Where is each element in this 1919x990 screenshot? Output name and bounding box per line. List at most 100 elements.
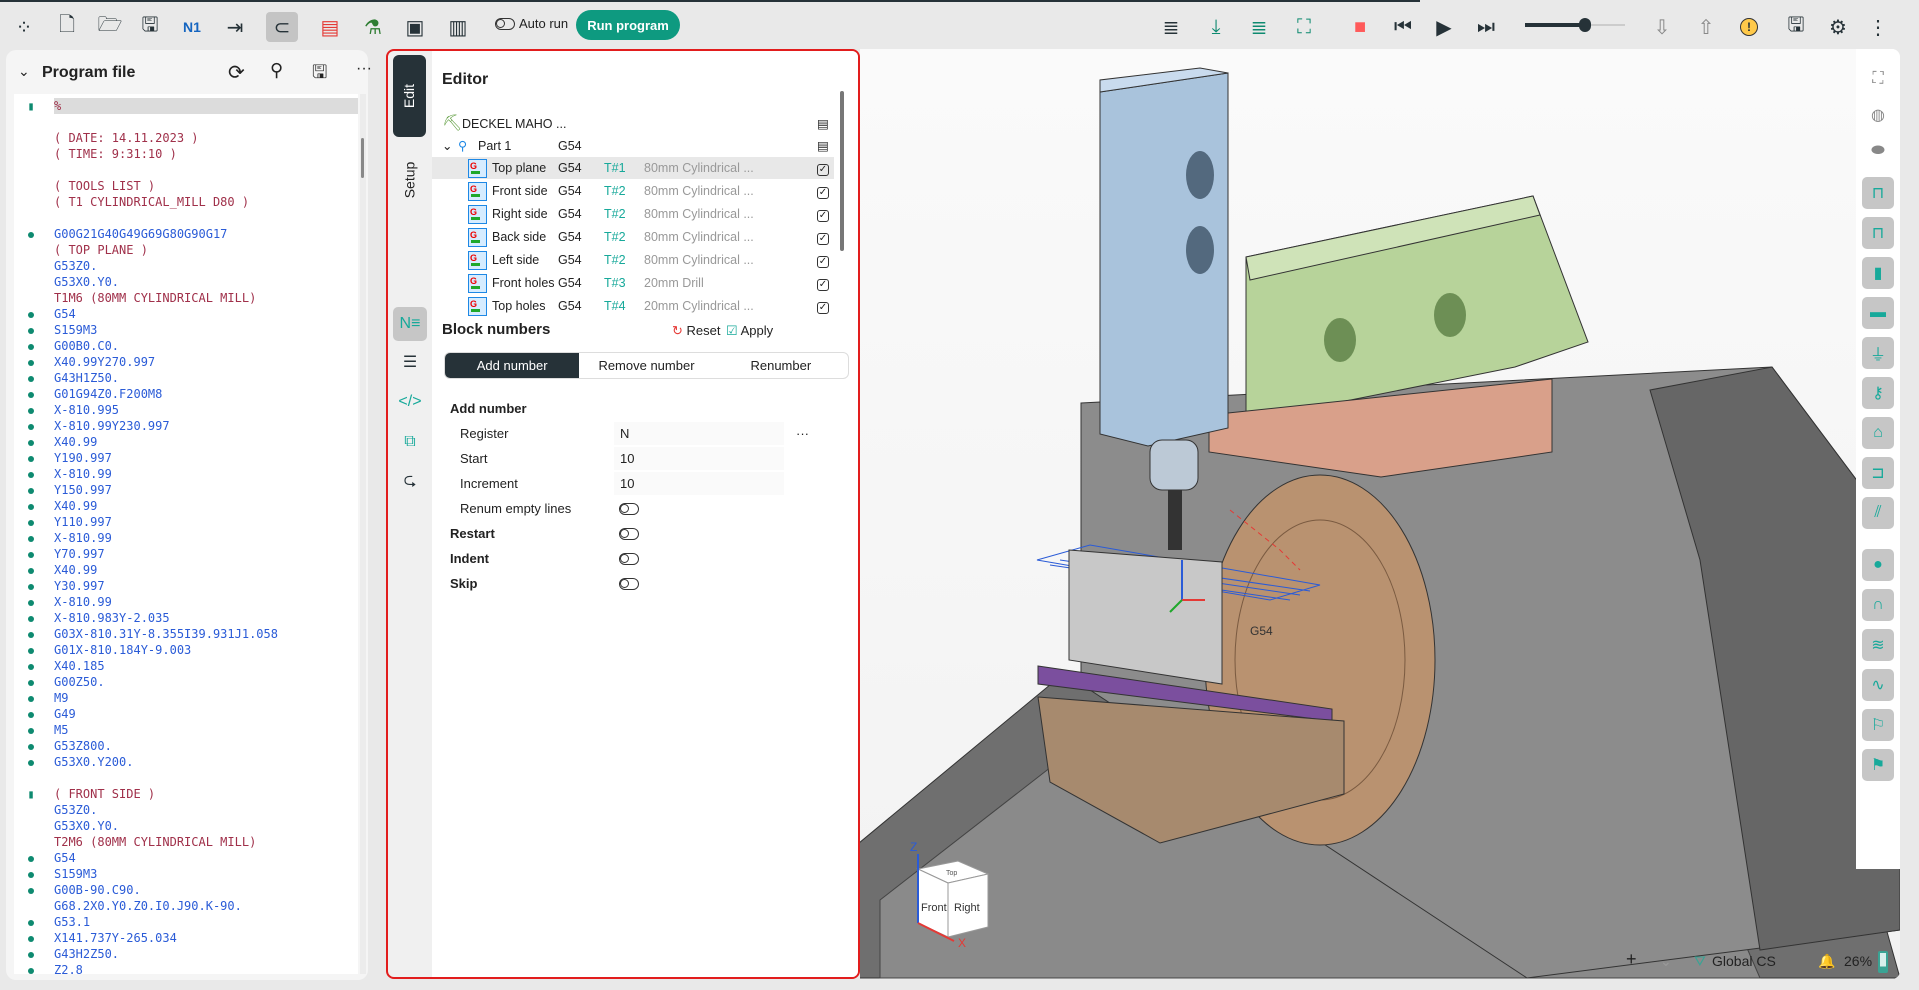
- enabled-checkbox[interactable]: ✓: [817, 203, 829, 225]
- scrollbar[interactable]: [360, 94, 366, 974]
- enabled-checkbox[interactable]: ✓: [817, 157, 829, 179]
- play-icon[interactable]: ▶: [1428, 12, 1460, 42]
- refresh-icon[interactable]: ⟳: [228, 60, 245, 85]
- skip-forward-icon[interactable]: ⏭: [1470, 12, 1502, 42]
- code-line[interactable]: X40.99Y270.997: [14, 354, 358, 370]
- operation-row[interactable]: Back side G54 T#2 80mm Cylindrical ... ✓: [432, 224, 834, 248]
- code-line[interactable]: T2M6 (80MM CYLINDRICAL MILL): [14, 834, 358, 850]
- code-line[interactable]: G49: [14, 706, 358, 722]
- point-icon[interactable]: ●: [1862, 549, 1894, 581]
- renum-toggle[interactable]: [619, 503, 639, 515]
- cube-front-face[interactable]: Front: [921, 902, 947, 914]
- code-line[interactable]: ( TIME: 9:31:10 ): [14, 146, 358, 162]
- tree-part[interactable]: ⌄ ⚲ Part 1 G54 ▤: [432, 135, 834, 157]
- code-line[interactable]: X40.185: [14, 658, 358, 674]
- more-options-icon[interactable]: ···: [796, 422, 809, 446]
- code-line[interactable]: S159M3: [14, 322, 358, 338]
- bell-icon[interactable]: 🔔: [1818, 953, 1835, 970]
- restart-toggle[interactable]: [619, 528, 639, 540]
- code-line[interactable]: G54: [14, 306, 358, 322]
- code-line[interactable]: X-810.99: [14, 466, 358, 482]
- code-line[interactable]: G53X0.Y200.: [14, 754, 358, 770]
- color-printer-icon[interactable]: ▤: [314, 12, 346, 42]
- code-line[interactable]: X-810.983Y-2.035: [14, 610, 358, 626]
- n1-numbering-icon[interactable]: N1: [176, 12, 208, 42]
- surface-outline-icon[interactable]: ⚐: [1862, 709, 1894, 741]
- code-line[interactable]: G54: [14, 850, 358, 866]
- code-line[interactable]: [14, 114, 358, 130]
- machine-controller-icon[interactable]: ▣: [399, 12, 431, 42]
- register-field[interactable]: N: [614, 422, 784, 445]
- mode-renumber[interactable]: Renumber: [714, 353, 848, 378]
- magnet-snap-icon[interactable]: ⊂: [266, 12, 298, 42]
- surface-point-icon[interactable]: ⚑: [1862, 749, 1894, 781]
- code-line[interactable]: X-810.99: [14, 594, 358, 610]
- code-line[interactable]: X-810.99: [14, 530, 358, 546]
- export-icon[interactable]: ⇥: [219, 12, 251, 42]
- lines-teal-icon[interactable]: ≣: [1243, 12, 1275, 42]
- tool-holders-icon[interactable]: ⚗: [357, 12, 389, 42]
- code-line[interactable]: ( TOP PLANE ): [14, 242, 358, 258]
- machine-model[interactable]: G54: [860, 49, 1900, 979]
- code-line[interactable]: G43H1Z50.: [14, 370, 358, 386]
- enabled-checkbox[interactable]: ✓: [817, 226, 829, 248]
- mode-remove-number[interactable]: Remove number: [579, 353, 713, 378]
- surface-lines-icon[interactable]: ≋: [1862, 629, 1894, 661]
- plus-icon[interactable]: +: [1626, 949, 1637, 970]
- code-line[interactable]: X-810.995: [14, 402, 358, 418]
- workpiece-icon[interactable]: ⌂: [1862, 417, 1894, 449]
- tab-setup[interactable]: Setup: [393, 143, 426, 217]
- operation-row[interactable]: Top plane G54 T#1 80mm Cylindrical ... ✓: [432, 155, 834, 179]
- code-line[interactable]: S159M3: [14, 866, 358, 882]
- notes-icon[interactable]: ▤: [817, 113, 829, 135]
- code-line[interactable]: ▮%: [27, 98, 358, 114]
- apps-icon[interactable]: ⁘: [8, 12, 40, 42]
- operation-row[interactable]: Front holes G54 T#3 20mm Drill ✓: [432, 270, 834, 294]
- code-line[interactable]: G00Z50.: [14, 674, 358, 690]
- lines-icon[interactable]: ≣: [1155, 12, 1187, 42]
- enabled-checkbox[interactable]: ✓: [817, 180, 829, 202]
- holder-gray-icon[interactable]: ⊓: [1862, 217, 1894, 249]
- enabled-checkbox[interactable]: ✓: [817, 295, 829, 317]
- code-line[interactable]: [14, 162, 358, 178]
- code-line[interactable]: [14, 210, 358, 226]
- code-line[interactable]: Y30.997: [14, 578, 358, 594]
- cone-icon[interactable]: ⏚: [1862, 337, 1894, 369]
- code-line[interactable]: Y150.997: [14, 482, 358, 498]
- speed-slider[interactable]: [1525, 18, 1625, 32]
- shaded-model-icon[interactable]: ⬬: [1862, 135, 1894, 167]
- coordinate-system-selector[interactable]: Global CS: [1712, 953, 1776, 969]
- code-line[interactable]: G68.2X0.Y0.Z0.I0.J90.K-90.: [14, 898, 358, 914]
- fixture-icon[interactable]: ⊐: [1862, 457, 1894, 489]
- code-line[interactable]: Z2.8: [14, 962, 358, 974]
- chevron-down-icon[interactable]: ⌄: [18, 63, 30, 80]
- slider-handle[interactable]: [1579, 18, 1591, 32]
- view-cube[interactable]: Z X Top Front Right: [888, 839, 1008, 949]
- code-line[interactable]: G53Z0.: [14, 802, 358, 818]
- code-line[interactable]: X40.99: [14, 498, 358, 514]
- operation-row[interactable]: Front side G54 T#2 80mm Cylindrical ... …: [432, 178, 834, 202]
- arrow-down-warning-icon[interactable]: ⇩: [1646, 12, 1678, 42]
- warning-icon[interactable]: !: [1733, 12, 1765, 42]
- collet-icon[interactable]: ▬: [1862, 297, 1894, 329]
- code-line[interactable]: X40.99: [14, 434, 358, 450]
- curve-icon[interactable]: ∩: [1862, 589, 1894, 621]
- block-numbers-icon[interactable]: N≡: [393, 307, 427, 341]
- auto-run-toggle[interactable]: Auto run: [495, 16, 568, 31]
- code-line[interactable]: Y70.997: [14, 546, 358, 562]
- code-line[interactable]: [14, 770, 358, 786]
- gear-icon[interactable]: ⚙: [1822, 12, 1854, 42]
- enabled-checkbox[interactable]: ✓: [817, 272, 829, 294]
- tree-machine[interactable]: ⛏ DECKEL MAHO ... ▤: [432, 113, 834, 135]
- notes-icon[interactable]: ▤: [817, 135, 829, 157]
- replace-icon[interactable]: ⧉: [393, 425, 427, 459]
- arrow-up-warning-icon[interactable]: ⇧: [1690, 12, 1722, 42]
- tab-edit[interactable]: Edit: [393, 55, 426, 137]
- code-line[interactable]: ( T1 CYLINDRICAL_MILL D80 ): [14, 194, 358, 210]
- enabled-checkbox[interactable]: ✓: [817, 249, 829, 271]
- tree-scrollbar[interactable]: [840, 91, 844, 251]
- fit-view-icon[interactable]: ⛶: [1862, 63, 1894, 95]
- chevron-down-icon[interactable]: ⌄: [442, 135, 452, 157]
- code-line[interactable]: G01X-810.184Y-9.003: [14, 642, 358, 658]
- holder-outline-icon[interactable]: ⊓: [1862, 177, 1894, 209]
